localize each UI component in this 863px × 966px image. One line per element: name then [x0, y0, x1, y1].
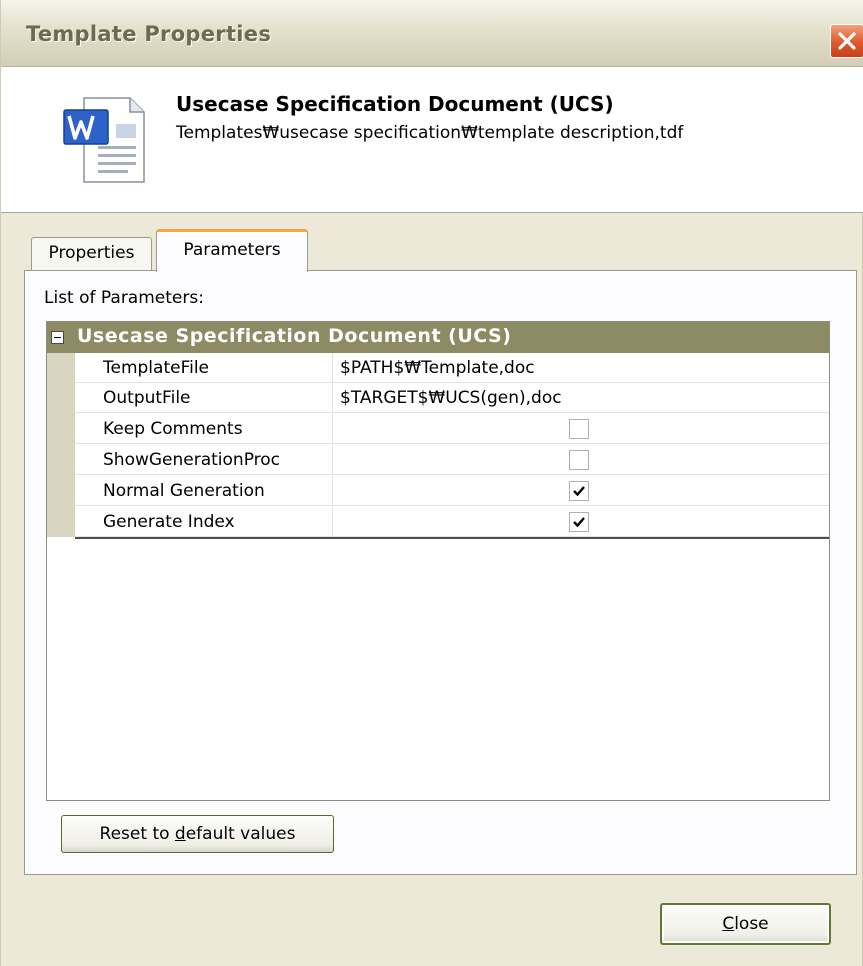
- parameters-property-grid[interactable]: Usecase Specification Document (UCS) Tem…: [46, 321, 830, 801]
- reset-button-label-suffix: efault values: [185, 824, 296, 844]
- close-button-mnemonic: C: [722, 914, 735, 934]
- word-document-icon: [63, 97, 145, 183]
- window-close-button[interactable]: [830, 24, 863, 58]
- param-name: TemplateFile: [103, 358, 210, 378]
- normal-generation-checkbox[interactable]: [569, 481, 589, 501]
- tab-properties[interactable]: Properties: [31, 237, 152, 270]
- template-path: Templates₩usecase specification₩template…: [176, 123, 684, 143]
- param-value-generate-index: [332, 507, 829, 536]
- close-button[interactable]: Close: [660, 903, 831, 945]
- close-icon: [838, 32, 856, 50]
- template-properties-dialog: Template Properties Usecase Specificatio…: [0, 0, 863, 966]
- parameter-group-label: Usecase Specification Document (UCS): [77, 325, 512, 347]
- window-title: Template Properties: [26, 22, 272, 46]
- collapse-toggle-icon[interactable]: [51, 331, 64, 344]
- param-row-output-file[interactable]: OutputFile $TARGET$₩UCS(gen),doc: [75, 383, 829, 413]
- tab-parameters[interactable]: Parameters: [156, 229, 308, 272]
- keep-comments-checkbox[interactable]: [569, 419, 589, 439]
- param-name: Normal Generation: [103, 481, 265, 501]
- checkmark-icon: [573, 517, 585, 528]
- reset-button-mnemonic: d: [174, 824, 186, 844]
- checkmark-icon: [573, 486, 585, 497]
- param-value-template-file[interactable]: $PATH$₩Template,doc: [332, 353, 829, 382]
- close-button-label-suffix: lose: [734, 914, 769, 934]
- param-value-keep-comments: [332, 414, 829, 443]
- show-generation-proc-checkbox[interactable]: [569, 450, 589, 470]
- param-value-normal-generation: [332, 476, 829, 505]
- parameter-group-header[interactable]: Usecase Specification Document (UCS): [47, 322, 829, 353]
- param-name: Generate Index: [103, 512, 235, 532]
- param-row-show-generation-proc[interactable]: ShowGenerationProc: [75, 445, 829, 475]
- title-bar[interactable]: Template Properties: [1, 0, 863, 67]
- template-name: Usecase Specification Document (UCS): [176, 92, 614, 116]
- reset-button-label-prefix: Reset to: [99, 824, 175, 844]
- param-value-output-file[interactable]: $TARGET$₩UCS(gen),doc: [332, 383, 829, 412]
- template-header: Usecase Specification Document (UCS) Tem…: [1, 67, 863, 213]
- param-row-generate-index[interactable]: Generate Index: [75, 507, 829, 537]
- param-row-normal-generation[interactable]: Normal Generation: [75, 476, 829, 506]
- param-name: OutputFile: [103, 388, 191, 408]
- generate-index-checkbox[interactable]: [569, 512, 589, 532]
- param-name: ShowGenerationProc: [103, 450, 281, 470]
- reset-to-default-values-button[interactable]: Reset to default values: [61, 815, 334, 853]
- param-row-keep-comments[interactable]: Keep Comments: [75, 414, 829, 444]
- param-name: Keep Comments: [103, 419, 243, 439]
- list-of-parameters-label: List of Parameters:: [44, 288, 204, 308]
- grid-bottom-border: [75, 537, 829, 539]
- grid-gutter: [47, 353, 75, 537]
- param-value-show-generation-proc: [332, 445, 829, 474]
- param-row-template-file[interactable]: TemplateFile $PATH$₩Template,doc: [75, 353, 829, 383]
